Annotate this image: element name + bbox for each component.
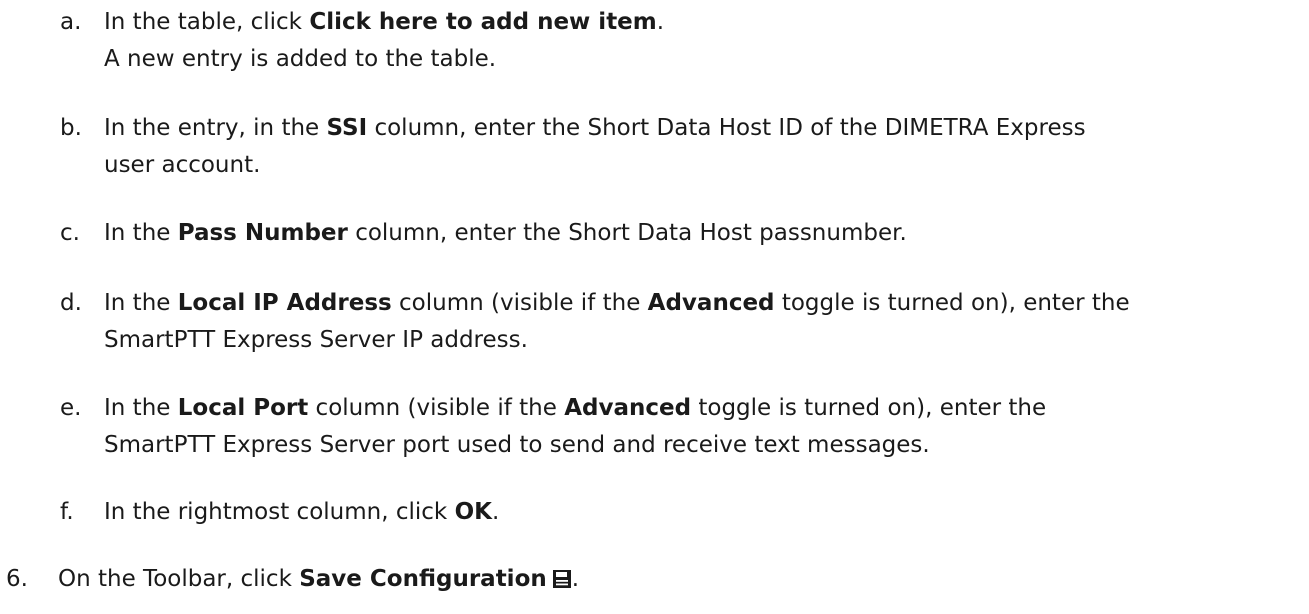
ui-term: SSI: [326, 115, 368, 141]
text: In the: [104, 220, 178, 246]
text: column, enter the Short Data Host ID of …: [367, 115, 1086, 141]
ui-term: Save Configuration: [299, 566, 547, 592]
substep-continuation: SmartPTT Express Server IP address.: [104, 327, 528, 353]
substep-body: In the table, click Click here to add ne…: [104, 4, 1304, 78]
text: In the entry, in the: [104, 115, 327, 141]
text: In the: [104, 395, 178, 421]
step-marker: 6.: [6, 566, 28, 592]
substep-body: In the Local IP Address column (visible …: [104, 285, 1304, 359]
step-body: On the Toolbar, click Save Configuration…: [58, 561, 1258, 601]
text: .: [571, 566, 580, 592]
substep-marker: a.: [60, 9, 82, 35]
text: In the table, click: [104, 9, 310, 35]
substep-body: In the rightmost column, click OK.: [104, 494, 1304, 531]
substep-marker: e.: [60, 395, 82, 421]
text: In the rightmost column, click: [104, 499, 455, 525]
substep-instruction: In the rightmost column, click OK.: [104, 494, 1304, 531]
text: column (visible if the: [391, 290, 648, 316]
text: .: [656, 9, 665, 35]
substep-instruction: In the Pass Number column, enter the Sho…: [104, 215, 1304, 252]
text: column, enter the Short Data Host passnu…: [347, 220, 907, 246]
save-icon: [552, 564, 572, 601]
ui-term: Pass Number: [177, 220, 348, 246]
substep-instruction: In the entry, in the SSI column, enter t…: [104, 110, 1304, 147]
step-instruction: On the Toolbar, click Save Configuration…: [58, 561, 1258, 601]
ui-term: Advanced: [564, 395, 692, 421]
ui-term: Local IP Address: [177, 290, 392, 316]
ui-term: Click here to add new item: [309, 9, 657, 35]
text: toggle is turned on), enter the: [774, 290, 1130, 316]
text: .: [491, 499, 500, 525]
instruction-document: a. In the table, click Click here to add…: [0, 0, 1309, 614]
substep-instruction: In the table, click Click here to add ne…: [104, 4, 1304, 41]
text: column (visible if the: [308, 395, 565, 421]
ui-term: Local Port: [177, 395, 309, 421]
substep-marker: f.: [60, 499, 74, 525]
substep-body: In the entry, in the SSI column, enter t…: [104, 110, 1304, 184]
substep-body: In the Local Port column (visible if the…: [104, 390, 1304, 464]
substep-continuation: user account.: [104, 152, 261, 178]
substep-instruction: In the Local Port column (visible if the…: [104, 390, 1304, 427]
text: toggle is turned on), enter the: [691, 395, 1047, 421]
substep-continuation: SmartPTT Express Server port used to sen…: [104, 432, 930, 458]
text: On the Toolbar, click: [58, 566, 300, 592]
substep-instruction: In the Local IP Address column (visible …: [104, 285, 1304, 322]
substep-marker: d.: [60, 290, 82, 316]
ui-term: Advanced: [647, 290, 775, 316]
substep-result: A new entry is added to the table.: [104, 46, 497, 72]
ui-term: OK: [454, 499, 492, 525]
substep-marker: b.: [60, 115, 82, 141]
substep-marker: c.: [60, 220, 80, 246]
substep-body: In the Pass Number column, enter the Sho…: [104, 215, 1304, 252]
text: In the: [104, 290, 178, 316]
